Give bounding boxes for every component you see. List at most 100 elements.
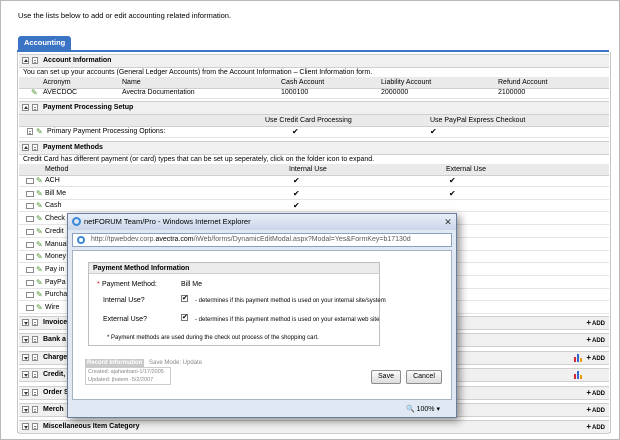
folder-icon[interactable] (26, 203, 34, 210)
section-payment-methods: Payment Methods (19, 141, 609, 155)
edit-pencil-icon[interactable]: ✎ (36, 227, 44, 236)
folder-icon[interactable] (26, 279, 34, 286)
folder-icon[interactable] (26, 190, 34, 197)
collapsed-section-row: Miscellaneous Item Category +ADD (19, 420, 609, 435)
edit-pencil-icon[interactable]: ✎ (36, 189, 44, 198)
section-title: Merch (43, 406, 64, 413)
address-bar[interactable]: http://tpwebdev.corp.avectra.com/iWeb/fo… (72, 233, 452, 247)
created-info: Created: ajahanbani-1/17/2005 (88, 369, 164, 375)
ie-modal-window: netFORUM Team/Pro - Windows Internet Exp… (67, 213, 457, 418)
collapse-icon[interactable] (22, 104, 29, 111)
folder-icon[interactable] (26, 292, 34, 299)
document-icon[interactable] (32, 353, 38, 361)
window-title: netFORUM Team/Pro - Windows Internet Exp… (84, 217, 251, 226)
method-name: Money (45, 253, 67, 261)
add-button[interactable]: +ADD (586, 318, 605, 327)
folder-icon[interactable] (26, 241, 34, 248)
payment-method-label: Payment Method: (102, 281, 157, 288)
add-label: ADD (592, 321, 605, 327)
edit-pencil-icon[interactable]: ✎ (36, 127, 44, 136)
expand-icon[interactable] (22, 353, 29, 361)
check-icon: ✔ (293, 188, 300, 198)
document-icon[interactable] (32, 57, 38, 64)
edit-pencil-icon[interactable]: ✎ (36, 265, 44, 274)
edit-pencil-icon[interactable]: ✎ (31, 88, 39, 97)
url-rest: /iWeb/forms/DynamicEditModal.aspx?Modal=… (193, 236, 411, 243)
cancel-button[interactable]: Cancel (406, 370, 442, 384)
folder-icon[interactable] (26, 266, 34, 273)
add-button[interactable]: +ADD (586, 353, 605, 362)
expand-icon[interactable] (22, 406, 29, 413)
cash-account-value: 1000100 (281, 89, 309, 96)
folder-icon[interactable] (26, 216, 34, 223)
zoom-level: 100% (416, 406, 435, 413)
url-prefix: http://tpwebdev.corp. (91, 236, 156, 243)
edit-pencil-icon[interactable]: ✎ (36, 303, 44, 312)
method-name: Bill Me (45, 189, 67, 197)
internal-use-checkbox[interactable]: ✔ (181, 295, 188, 302)
section-title: Miscellaneous Item Category (43, 423, 140, 431)
save-button[interactable]: Save (371, 370, 401, 384)
external-use-checkbox[interactable]: ✔ (181, 314, 188, 321)
add-button[interactable]: +ADD (586, 388, 605, 397)
expand-icon[interactable] (22, 388, 29, 396)
chart-bar (580, 357, 582, 362)
window-title-bar: netFORUM Team/Pro - Windows Internet Exp… (68, 214, 456, 230)
edit-pencil-icon[interactable]: ✎ (36, 201, 44, 210)
chart-icon[interactable] (574, 353, 583, 362)
folder-icon[interactable] (26, 178, 34, 184)
tab-accounting[interactable]: Accounting (18, 36, 72, 50)
document-icon[interactable] (32, 104, 38, 111)
expand-icon[interactable] (22, 371, 29, 379)
add-button[interactable]: +ADD (586, 405, 605, 414)
section-account-information: Account Information (19, 54, 609, 68)
add-label: ADD (592, 355, 605, 362)
collapse-icon[interactable] (22, 57, 29, 64)
collapse-icon[interactable] (22, 144, 29, 151)
section-title: Order S (43, 388, 69, 396)
add-label: ADD (592, 390, 605, 397)
edit-pencil-icon[interactable]: ✎ (36, 278, 44, 287)
edit-pencil-icon[interactable]: ✎ (36, 290, 44, 299)
document-icon[interactable] (32, 319, 38, 326)
method-name: Credit (45, 227, 64, 235)
section-title: Bank a (43, 336, 66, 344)
liability-account-value: 2000000 (381, 89, 409, 96)
intro-text: Use the lists below to add or edit accou… (18, 11, 232, 20)
method-name: Wire (45, 304, 60, 311)
document-icon[interactable] (32, 406, 38, 413)
edit-pencil-icon[interactable]: ✎ (36, 176, 44, 185)
folder-icon[interactable] (26, 228, 34, 235)
close-icon[interactable]: ✕ (443, 217, 453, 227)
document-icon[interactable] (27, 128, 33, 135)
edit-pencil-icon[interactable]: ✎ (36, 214, 44, 223)
check-icon: ✔ (449, 188, 456, 198)
expand-icon[interactable] (22, 423, 29, 431)
url-text: http://tpwebdev.corp.avectra.com/iWeb/fo… (91, 234, 446, 246)
zoom-control[interactable]: 🔍 100% ▾ (406, 404, 440, 415)
document-icon[interactable] (32, 144, 38, 151)
add-button[interactable]: +ADD (586, 422, 605, 431)
document-icon[interactable] (32, 336, 38, 344)
folder-icon[interactable] (26, 254, 34, 261)
section-title: Credit, (43, 371, 66, 379)
add-label: ADD (592, 338, 605, 345)
name-value: Avectra Documentation (122, 89, 195, 96)
acronym-value: AVECDOC (43, 89, 78, 96)
edit-pencil-icon[interactable]: ✎ (36, 252, 44, 261)
document-icon[interactable] (32, 371, 38, 379)
external-use-note: - determines if this payment method is u… (195, 317, 380, 323)
edit-pencil-icon[interactable]: ✎ (36, 240, 44, 249)
col-internal-use: Internal Use (289, 166, 327, 173)
document-icon[interactable] (32, 423, 38, 431)
add-button[interactable]: +ADD (586, 335, 605, 344)
expand-icon[interactable] (22, 319, 29, 326)
add-label: ADD (592, 408, 605, 414)
chart-bar (574, 356, 576, 362)
folder-icon[interactable] (26, 305, 34, 311)
check-icon: ✔ (430, 127, 437, 136)
document-icon[interactable] (32, 388, 38, 396)
col-method: Method (45, 166, 69, 173)
expand-icon[interactable] (22, 336, 29, 344)
chart-icon[interactable] (574, 370, 583, 380)
